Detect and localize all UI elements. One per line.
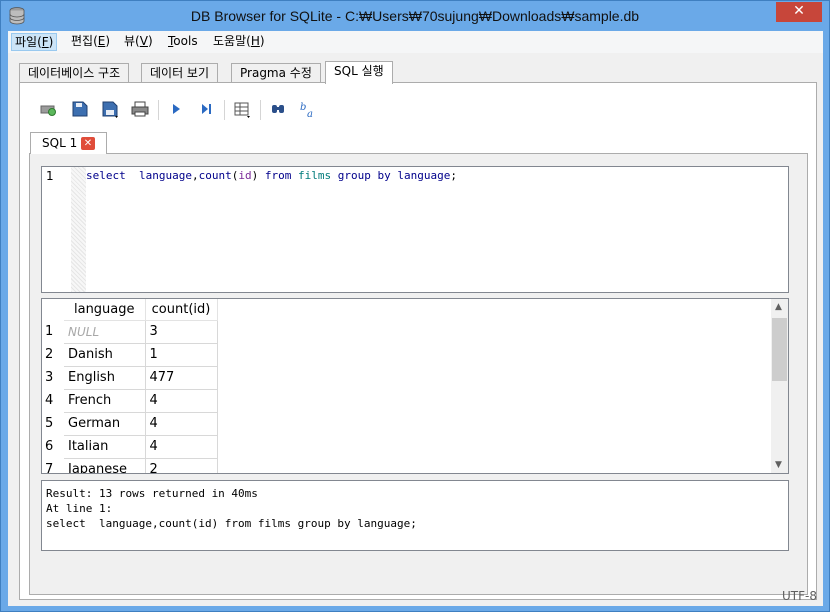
- row-number: 5: [45, 416, 54, 431]
- window-close-button[interactable]: ✕: [776, 2, 822, 22]
- cell-count[interactable]: 4: [145, 412, 218, 436]
- table-films: films: [297, 169, 332, 182]
- print-icon[interactable]: [128, 97, 152, 121]
- scroll-up-icon[interactable]: ▲: [775, 302, 782, 312]
- sql-tab-label: SQL 1: [42, 136, 78, 150]
- table-row[interactable]: 1 NULL 3: [42, 320, 218, 344]
- menu-tools[interactable]: Tools: [165, 33, 201, 51]
- cell-language[interactable]: Japanese: [64, 458, 146, 473]
- row-number: 2: [45, 347, 54, 362]
- kw-by: by: [377, 169, 391, 182]
- toolbar-separator: [260, 100, 261, 120]
- row-number: 4: [45, 393, 54, 408]
- status-bar: UTF-8: [8, 586, 823, 606]
- kw-from: from: [264, 169, 292, 182]
- close-tab-icon[interactable]: ✕: [81, 137, 95, 150]
- menu-file[interactable]: 파일(F): [11, 33, 58, 51]
- results-table: language count(id) 1 NULL 3 2 Danish 1 3 Engl…: [42, 299, 218, 474]
- window-title: DB Browser for SQLite - C:₩Users₩70sujun…: [190, 8, 640, 24]
- svg-text:a: a: [307, 109, 313, 120]
- execute-all-icon[interactable]: [164, 97, 188, 121]
- row-number: 6: [45, 439, 54, 454]
- menu-view[interactable]: 뷰(V): [121, 33, 156, 51]
- open-tab-icon[interactable]: [36, 97, 60, 121]
- tab-edit-pragmas[interactable]: Pragma 수정: [231, 63, 321, 83]
- title-bar[interactable]: DB Browser for SQLite - C:₩Users₩70sujun…: [1, 1, 829, 31]
- row-number: 1: [45, 324, 54, 339]
- save-sql-icon[interactable]: [98, 97, 122, 121]
- cell-language[interactable]: Danish: [64, 343, 146, 367]
- column-header[interactable]: count(id): [145, 299, 218, 321]
- cell-count[interactable]: 1: [145, 343, 218, 367]
- table-row[interactable]: 3 English 477: [42, 366, 218, 390]
- line-number-gutter: 1: [42, 167, 71, 292]
- cell-count[interactable]: 2: [145, 458, 218, 473]
- cell-count[interactable]: 4: [145, 435, 218, 459]
- corner-header: [42, 299, 64, 320]
- result-line: At line 1:: [46, 502, 113, 515]
- scroll-thumb[interactable]: [772, 318, 787, 381]
- col-language-2: language: [397, 169, 451, 182]
- toolbar-separator: [224, 100, 225, 120]
- table-row[interactable]: 6 Italian 4: [42, 435, 218, 459]
- menu-edit[interactable]: 편집(E): [68, 33, 113, 51]
- cell-language[interactable]: French: [64, 389, 146, 413]
- svg-text:b: b: [300, 102, 306, 113]
- cell-count[interactable]: 3: [145, 320, 218, 344]
- tab-browse-data[interactable]: 데이터 보기: [141, 63, 219, 83]
- tab-sql-1[interactable]: SQL 1 ✕: [30, 132, 107, 154]
- tab-database-structure[interactable]: 데이터베이스 구조: [19, 63, 130, 83]
- fold-margin: [71, 167, 86, 292]
- app-window: DB Browser for SQLite - C:₩Users₩70sujun…: [0, 0, 830, 612]
- cell-language[interactable]: English: [64, 366, 146, 390]
- kw-group: group: [337, 169, 371, 182]
- tab-execute-sql[interactable]: SQL 실행: [325, 61, 393, 84]
- col-language: language: [139, 169, 192, 182]
- save-results-icon[interactable]: [230, 97, 254, 121]
- table-row[interactable]: 7 Japanese 2: [42, 458, 218, 474]
- result-message-box[interactable]: Result: 13 rows returned in 40ms At line …: [41, 480, 789, 551]
- execute-line-icon[interactable]: [194, 97, 218, 121]
- sql-code-line[interactable]: select language,count(id) from films gro…: [86, 169, 457, 183]
- results-grid[interactable]: language count(id) 1 NULL 3 2 Danish 1 3 Engl…: [41, 298, 789, 474]
- vertical-scrollbar[interactable]: ▲ ▼: [771, 299, 788, 473]
- toolbar-separator: [158, 100, 159, 120]
- column-header[interactable]: language: [64, 299, 146, 321]
- execute-sql-panel: ba SQL 1 ✕ 1 select language,count(id) f…: [19, 82, 817, 600]
- menu-help[interactable]: 도움말(H): [210, 33, 268, 51]
- row-number: 7: [45, 462, 54, 474]
- find-icon[interactable]: [266, 97, 290, 121]
- open-sql-icon[interactable]: [68, 97, 92, 121]
- cell-count[interactable]: 477: [145, 366, 218, 390]
- find-replace-icon[interactable]: ba: [296, 97, 320, 121]
- scroll-down-icon[interactable]: ▼: [775, 460, 782, 470]
- sql-editor[interactable]: 1 select language,count(id) from films g…: [41, 166, 789, 293]
- table-row[interactable]: 5 German 4: [42, 412, 218, 436]
- col-id: id: [238, 169, 252, 182]
- encoding-label: UTF-8: [782, 589, 817, 603]
- result-line: select language,count(id) from films gro…: [46, 517, 417, 530]
- row-number: 3: [45, 370, 54, 385]
- result-line: Result: 13 rows returned in 40ms: [46, 487, 258, 500]
- fn-count: count: [198, 169, 232, 182]
- menu-bar: 파일(F) 편집(E) 뷰(V) Tools 도움말(H): [8, 31, 823, 53]
- client-area: 파일(F) 편집(E) 뷰(V) Tools 도움말(H) 데이터베이스 구조 …: [8, 31, 823, 606]
- sql-tab-panel: 1 select language,count(id) from films g…: [29, 153, 808, 595]
- kw-select: select: [86, 169, 126, 182]
- line-number: 1: [46, 169, 54, 183]
- cell-language[interactable]: NULL: [64, 320, 146, 344]
- table-row[interactable]: 2 Danish 1: [42, 343, 218, 367]
- cell-language[interactable]: German: [64, 412, 146, 436]
- cell-language[interactable]: Italian: [64, 435, 146, 459]
- table-row[interactable]: 4 French 4: [42, 389, 218, 413]
- cell-count[interactable]: 4: [145, 389, 218, 413]
